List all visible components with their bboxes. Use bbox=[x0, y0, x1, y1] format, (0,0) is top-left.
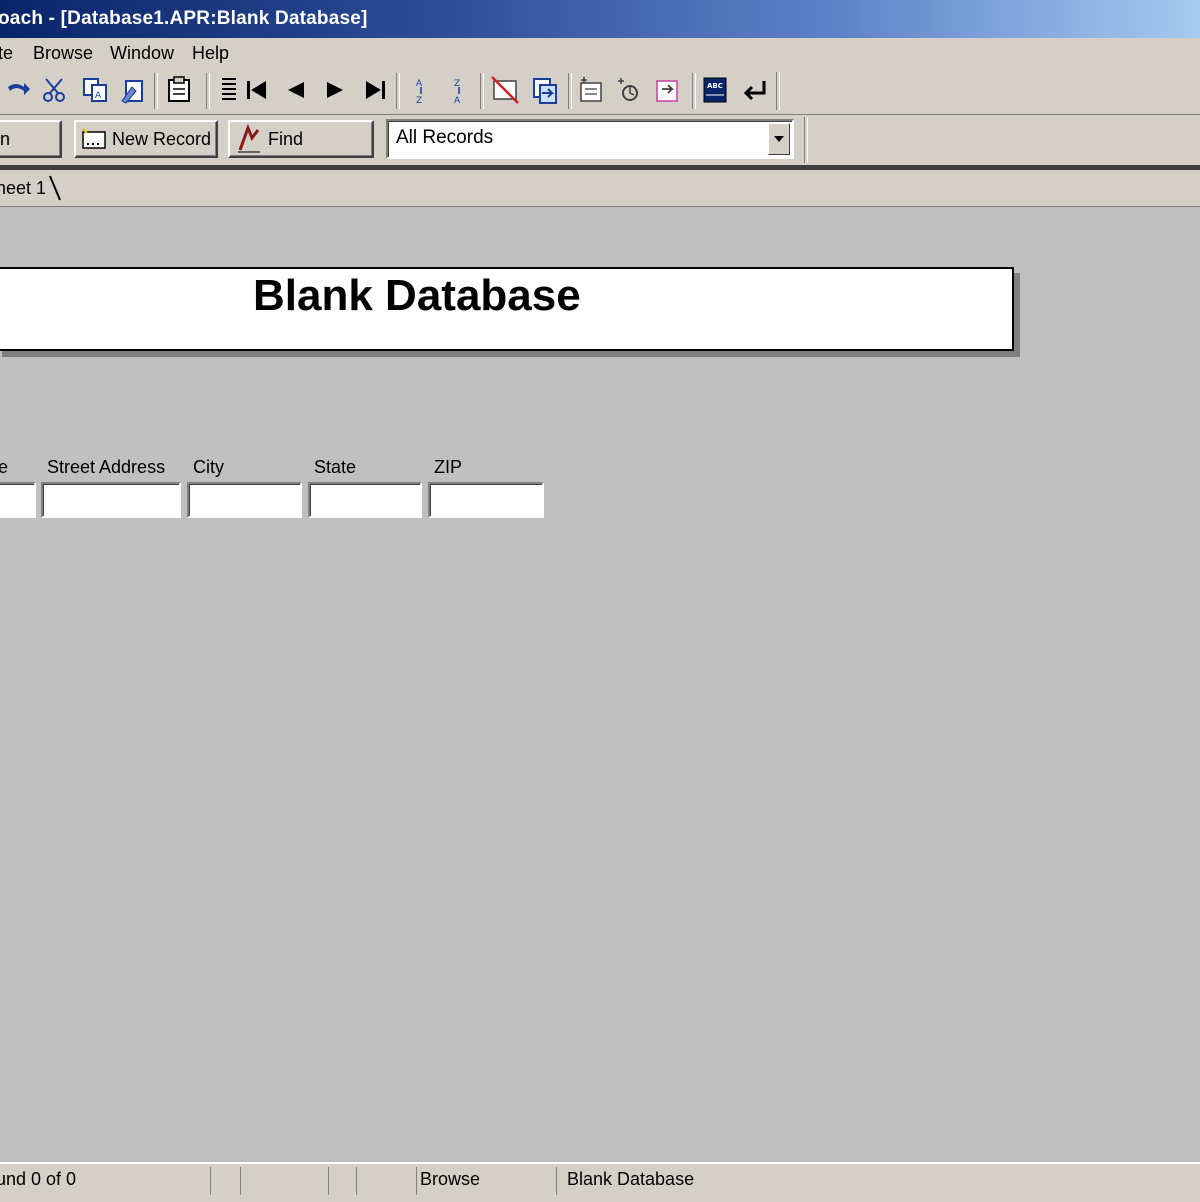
new-record-button[interactable]: New Record bbox=[74, 120, 218, 158]
records-select-value: All Records bbox=[396, 127, 494, 148]
dropdown-arrow-icon[interactable] bbox=[768, 123, 790, 155]
city-field[interactable] bbox=[187, 482, 302, 518]
form-area: Blank Database e Street Address City Sta… bbox=[0, 207, 1200, 1162]
copy-icon[interactable]: A bbox=[78, 73, 112, 107]
field-label-street-address: Street Address bbox=[47, 457, 166, 477]
svg-text:Z: Z bbox=[416, 96, 422, 105]
paste-icon[interactable] bbox=[162, 73, 196, 107]
field-label-zip: ZIP bbox=[434, 457, 463, 477]
refresh-icon[interactable] bbox=[612, 73, 646, 107]
status-cell-blank-4 bbox=[356, 1167, 416, 1195]
previous-record-icon[interactable] bbox=[278, 73, 312, 107]
new-record-icon bbox=[82, 128, 106, 149]
status-bar: und 0 of 0 Browse Blank Database bbox=[0, 1162, 1200, 1202]
field-label-state: State bbox=[314, 457, 357, 477]
svg-text:A: A bbox=[416, 79, 423, 89]
tab-sheet-1[interactable]: heet 1 bbox=[0, 178, 46, 199]
form-title-box: Blank Database bbox=[0, 267, 1014, 351]
import-icon[interactable] bbox=[528, 73, 562, 107]
status-cell-blank-1 bbox=[210, 1167, 240, 1195]
status-view-text: Blank Database bbox=[567, 1169, 695, 1189]
redo-icon[interactable] bbox=[2, 73, 36, 107]
sort-descending-icon[interactable]: ZA bbox=[442, 73, 476, 107]
sheet-tab-strip: heet 1 bbox=[0, 170, 1200, 207]
enter-icon[interactable] bbox=[738, 73, 772, 107]
status-mode[interactable]: Browse bbox=[416, 1167, 556, 1195]
paste-format-icon[interactable] bbox=[116, 73, 150, 107]
form-title: Blank Database bbox=[253, 271, 581, 320]
menu-create[interactable]: te bbox=[0, 43, 13, 64]
last-record-icon[interactable] bbox=[358, 73, 392, 107]
action-bar: n New Record Find All Records bbox=[0, 115, 1200, 165]
svg-text:A: A bbox=[454, 96, 461, 105]
name-field[interactable] bbox=[0, 482, 36, 518]
delete-record-icon[interactable] bbox=[488, 73, 522, 107]
first-record-icon[interactable] bbox=[240, 73, 274, 107]
window-title: oach - [Database1.APR:Blank Database] bbox=[0, 8, 368, 29]
menu-help[interactable]: Help bbox=[192, 43, 229, 64]
status-view-name[interactable]: Blank Database bbox=[556, 1167, 756, 1195]
find-icon bbox=[238, 124, 260, 153]
spell-check-icon[interactable]: ABC bbox=[698, 73, 732, 107]
menu-window[interactable]: Window bbox=[110, 43, 174, 64]
next-record-icon[interactable] bbox=[318, 73, 352, 107]
status-cell-blank-2 bbox=[240, 1167, 328, 1195]
status-cell-blank-3 bbox=[328, 1167, 356, 1195]
field-label-name: e bbox=[0, 457, 9, 477]
partial-action-button[interactable]: n bbox=[0, 120, 62, 158]
zip-field[interactable] bbox=[428, 482, 544, 518]
state-field[interactable] bbox=[308, 482, 422, 518]
icon-toolbar: A AZ ZA ABC bbox=[0, 68, 1200, 115]
cut-icon[interactable] bbox=[38, 73, 72, 107]
find-sort-icon[interactable] bbox=[574, 73, 608, 107]
status-mode-text: Browse bbox=[420, 1169, 481, 1189]
menu-bar: te Browse Window Help bbox=[0, 40, 1200, 68]
street-address-field[interactable] bbox=[41, 482, 181, 518]
partial-action-label: n bbox=[0, 128, 11, 149]
svg-text:ABC: ABC bbox=[707, 82, 723, 90]
field-label-city: City bbox=[193, 457, 224, 477]
status-found-count: und 0 of 0 bbox=[0, 1167, 210, 1195]
rollover-icon[interactable] bbox=[650, 73, 684, 107]
menu-browse[interactable]: Browse bbox=[33, 43, 93, 64]
find-label: Find bbox=[268, 128, 304, 149]
records-select[interactable]: All Records bbox=[386, 119, 794, 159]
status-found-text: und 0 of 0 bbox=[0, 1169, 77, 1189]
title-bar[interactable]: oach - [Database1.APR:Blank Database] bbox=[0, 0, 1200, 40]
svg-text:A: A bbox=[95, 91, 102, 101]
tab-edge bbox=[49, 175, 61, 201]
find-button[interactable]: Find bbox=[228, 120, 374, 158]
new-record-label: New Record bbox=[112, 128, 212, 149]
sort-ascending-icon[interactable]: AZ bbox=[404, 73, 438, 107]
